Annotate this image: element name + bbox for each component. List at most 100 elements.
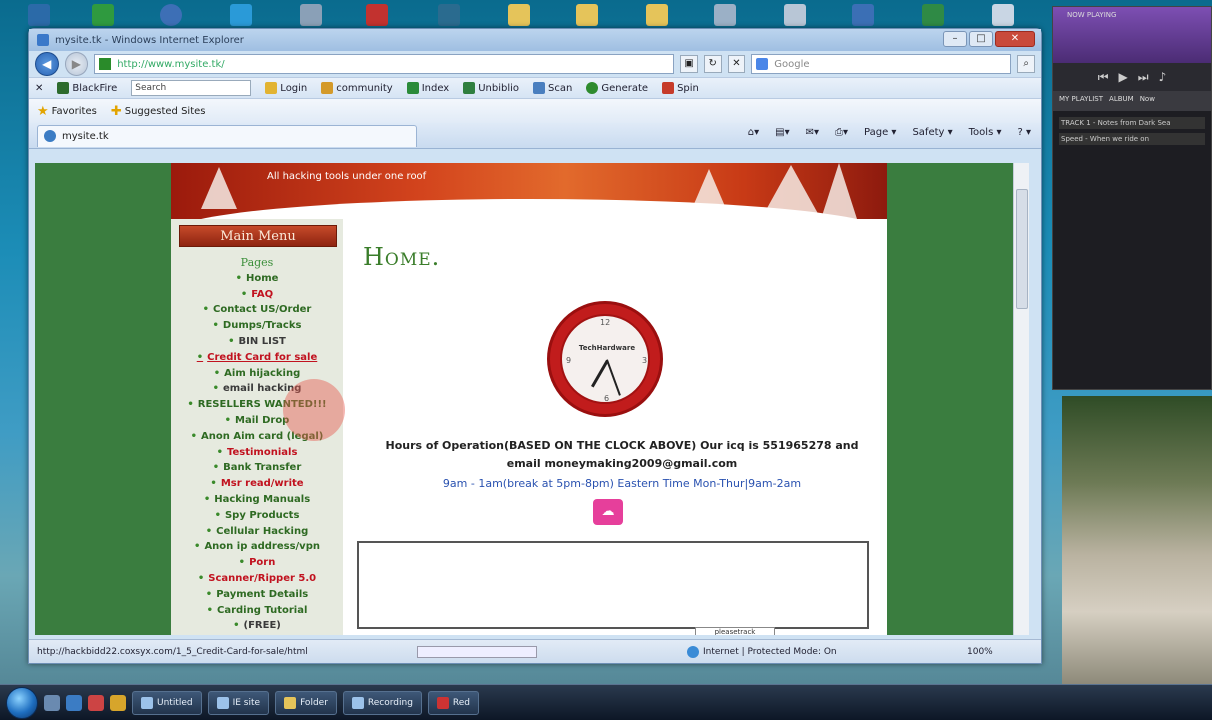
tab-current[interactable]: mysite.tk xyxy=(37,124,417,147)
folder-icon[interactable] xyxy=(646,4,668,26)
address-input[interactable]: http://www.mysite.tk/ xyxy=(94,54,675,74)
toolbar-item-label: Login xyxy=(280,82,308,94)
tools-menu[interactable]: Tools ▾ xyxy=(969,127,1002,138)
folder-icon[interactable] xyxy=(576,4,598,26)
close-button[interactable]: ✕ xyxy=(995,31,1035,47)
vertical-scrollbar[interactable] xyxy=(1013,163,1029,635)
menu-item[interactable]: • Contact US/Order xyxy=(171,302,343,318)
minimize-button[interactable]: – xyxy=(943,31,967,47)
refresh-icon[interactable]: ↻ xyxy=(703,55,722,73)
playlist-item[interactable]: TRACK 1 - Notes from Dark Sea xyxy=(1059,117,1205,129)
counter-badge[interactable]: pleasetrack xyxy=(695,627,775,635)
chat-icon[interactable]: ☁ xyxy=(593,499,623,525)
home-icon[interactable]: ⌂▾ xyxy=(748,127,759,138)
menu-item[interactable]: • Cellular Hacking xyxy=(171,524,343,540)
media-tab[interactable]: ALBUM xyxy=(1109,95,1134,107)
search-input[interactable]: Google xyxy=(751,54,1012,74)
taskbar-button[interactable]: Recording xyxy=(342,690,422,715)
compatibility-view-icon[interactable]: ▣ xyxy=(680,55,698,73)
toolbar-item-spin[interactable]: Spin xyxy=(662,82,699,94)
desktop-shortcut-icon[interactable] xyxy=(922,4,944,26)
mail-icon[interactable]: ✉▾ xyxy=(806,127,819,138)
help-menu[interactable]: ? ▾ xyxy=(1017,127,1031,138)
forward-button[interactable]: ▶ xyxy=(64,52,89,76)
desktop-shortcut-icon[interactable] xyxy=(92,4,114,26)
quicklaunch-icon[interactable] xyxy=(88,694,104,711)
toolbar-search-field[interactable]: Search xyxy=(131,80,252,96)
menu-item[interactable]: • Home xyxy=(171,271,343,287)
toolbar-item-scan[interactable]: Scan xyxy=(533,82,572,94)
playlist-item[interactable]: Speed - When we ride on xyxy=(1059,133,1205,145)
toolbar-item-blackfire[interactable]: BlackFire xyxy=(57,82,117,94)
safety-menu[interactable]: Safety ▾ xyxy=(912,127,952,138)
search-icon[interactable]: ⌕ xyxy=(1017,55,1035,73)
toolbar-item-generate[interactable]: Generate xyxy=(586,82,648,94)
toolbar-item-index[interactable]: Index xyxy=(406,82,449,94)
security-zone[interactable]: Internet | Protected Mode: On xyxy=(687,645,937,658)
taskbar-button[interactable]: IE site xyxy=(207,690,270,715)
desktop-shortcut-icon[interactable] xyxy=(230,4,252,26)
menu-item[interactable]: • Credit Card for sale xyxy=(171,350,343,366)
menu-item-label: BIN LIST xyxy=(238,335,286,347)
desktop-shortcut-icon[interactable] xyxy=(438,4,460,26)
window-titlebar[interactable]: mysite.tk - Windows Internet Explorer – … xyxy=(29,29,1041,51)
menu-item[interactable]: • Msr read/write xyxy=(171,476,343,492)
toolbar-item-community[interactable]: community xyxy=(321,82,393,94)
desktop-shortcut-icon[interactable] xyxy=(300,4,322,26)
menu-item[interactable]: • Porn xyxy=(171,555,343,571)
desktop-shortcut-icon[interactable] xyxy=(992,4,1014,26)
next-icon[interactable]: ⏭ xyxy=(1138,70,1149,85)
quicklaunch-icon[interactable] xyxy=(110,694,126,711)
menu-item[interactable]: • Hacking Manuals xyxy=(171,492,343,508)
clock-hour-hand xyxy=(591,360,609,388)
menu-item[interactable]: • Scanner/Ripper 5.0 xyxy=(171,571,343,587)
menu-item[interactable]: • (FREE) xyxy=(171,618,343,634)
toolbar-item-login[interactable]: Login xyxy=(265,82,307,94)
bullet-icon: • xyxy=(205,525,213,537)
menu-item[interactable]: • Payment Details xyxy=(171,587,343,603)
generate-icon xyxy=(586,82,599,94)
suggested-sites-link[interactable]: ✚ Suggested Sites xyxy=(111,104,206,119)
taskbar-button[interactable]: Red xyxy=(427,690,480,715)
zone-label: Internet | Protected Mode: On xyxy=(703,646,837,657)
menu-item[interactable]: • Carding Tutorial xyxy=(171,603,343,619)
menu-item[interactable]: • Bank Transfer xyxy=(171,460,343,476)
media-tab[interactable]: MY PLAYLIST xyxy=(1059,95,1103,107)
menu-item[interactable]: • BIN LIST xyxy=(171,334,343,350)
quicklaunch-icon[interactable] xyxy=(66,694,82,711)
desktop-shortcut-icon[interactable] xyxy=(366,4,388,26)
maximize-button[interactable]: □ xyxy=(969,31,993,47)
scrollbar-thumb[interactable] xyxy=(1016,189,1028,309)
menu-item-label: Testimonials xyxy=(227,446,298,458)
close-toolbar-icon[interactable]: ✕ xyxy=(35,83,43,94)
media-tab[interactable]: Now xyxy=(1140,95,1155,107)
play-icon[interactable]: ▶ xyxy=(1119,70,1128,84)
page-menu[interactable]: Page ▾ xyxy=(864,127,896,138)
toolbar-item-unbiblio[interactable]: Unbiblio xyxy=(463,82,519,94)
command-bar: ⌂▾ ▤▾ ✉▾ ⎙▾ Page ▾ Safety ▾ Tools ▾ ? ▾ xyxy=(748,127,1031,138)
desktop-shortcut-icon[interactable] xyxy=(852,4,874,26)
back-button[interactable]: ◀ xyxy=(35,52,59,76)
volume-icon[interactable]: ♪ xyxy=(1159,70,1167,84)
zoom-level[interactable]: 100% xyxy=(967,647,993,657)
start-button[interactable] xyxy=(6,686,38,719)
stop-icon[interactable]: ✕ xyxy=(727,55,746,73)
menu-item[interactable]: • Anon ip address/vpn xyxy=(171,539,343,555)
feeds-icon[interactable]: ▤▾ xyxy=(775,127,789,138)
desktop-shortcut-icon[interactable] xyxy=(784,4,806,26)
taskbar-button[interactable]: Untitled xyxy=(132,690,202,715)
print-icon[interactable]: ⎙▾ xyxy=(835,127,848,138)
previous-icon[interactable]: ⏮ xyxy=(1098,70,1109,85)
desktop-shortcut-icon[interactable] xyxy=(714,4,736,26)
bullet-icon: • xyxy=(190,430,198,442)
taskbar-button[interactable]: Folder xyxy=(275,690,337,715)
favorites-button[interactable]: ★ Favorites xyxy=(37,104,97,119)
menu-item[interactable]: • FAQ xyxy=(171,287,343,303)
menu-item[interactable]: • Testimonials xyxy=(171,445,343,461)
menu-item[interactable]: • Dumps/Tracks xyxy=(171,318,343,334)
menu-item[interactable]: • Spy Products xyxy=(171,508,343,524)
quicklaunch-icon[interactable] xyxy=(44,694,60,711)
desktop-shortcut-icon[interactable] xyxy=(160,4,182,26)
folder-icon[interactable] xyxy=(508,4,530,26)
desktop-shortcut-icon[interactable] xyxy=(28,4,50,26)
